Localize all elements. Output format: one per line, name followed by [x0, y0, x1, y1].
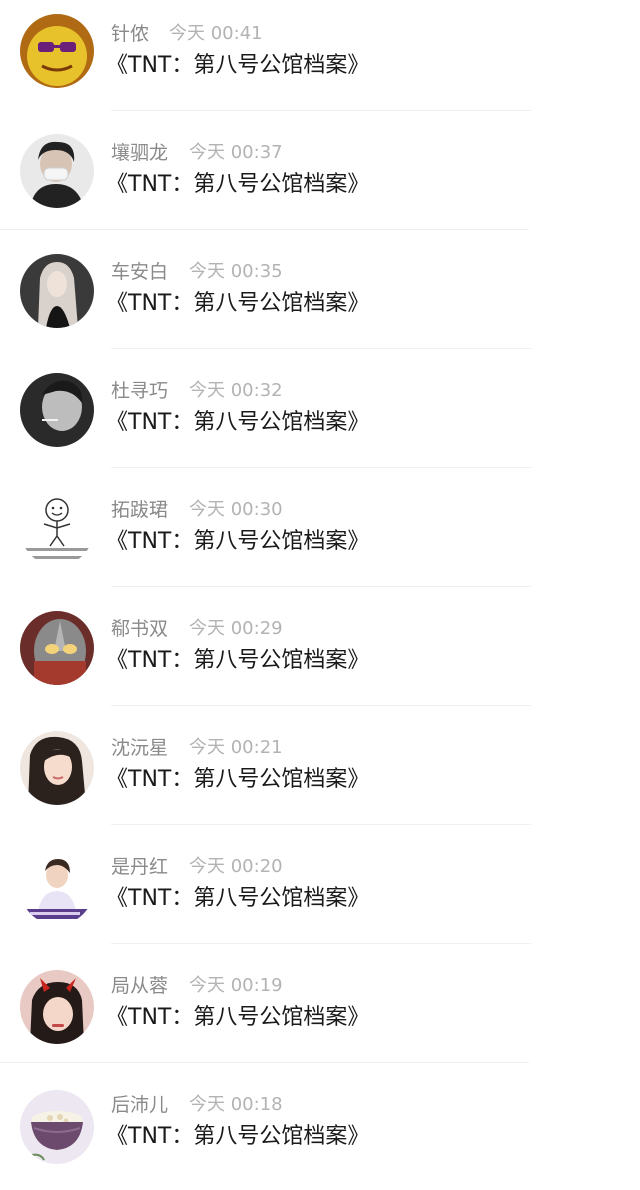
sender-name: 郗书双: [111, 618, 169, 640]
divider: [111, 348, 531, 349]
message-text: 《TNT：第八号公馆档案》: [106, 410, 370, 435]
message-text: 《TNT：第八号公馆档案》: [106, 1124, 370, 1149]
message-text: 《TNT：第八号公馆档案》: [106, 53, 370, 78]
message-list: 针侬 今天 00:41 《TNT：第八号公馆档案》 壤驷龙 今天 00:37 《…: [0, 0, 640, 1166]
message-time: 今天 00:20: [189, 856, 283, 877]
avatar[interactable]: [20, 134, 94, 208]
avatar[interactable]: [20, 731, 94, 805]
divider: [0, 229, 529, 230]
divider: [0, 1062, 529, 1063]
message-time: 今天 00:18: [189, 1094, 283, 1115]
list-item[interactable]: 杜寻巧 今天 00:32 《TNT：第八号公馆档案》: [0, 357, 640, 476]
avatar[interactable]: [20, 492, 94, 566]
long-hair-girl-avatar-icon: [20, 254, 94, 328]
divider: [111, 824, 531, 825]
list-item[interactable]: 是丹红 今天 00:20 《TNT：第八号公馆档案》: [0, 833, 640, 952]
avatar[interactable]: [20, 611, 94, 685]
avatar[interactable]: [20, 970, 94, 1044]
avatar[interactable]: [20, 14, 94, 88]
message-time: 今天 00:41: [169, 23, 263, 44]
smiley-doodle-avatar-icon: [20, 492, 94, 566]
young-man-avatar-icon: [20, 851, 94, 925]
hero-helmet-avatar-icon: [20, 611, 94, 685]
avatar[interactable]: [20, 254, 94, 328]
message-time: 今天 00:37: [189, 142, 283, 163]
masked-person-avatar-icon: [20, 134, 94, 208]
sender-name: 车安白: [111, 261, 169, 283]
bw-portrait-avatar-icon: [20, 373, 94, 447]
list-item[interactable]: 沈沅星 今天 00:21 《TNT：第八号公馆档案》: [0, 714, 640, 833]
list-item[interactable]: 局从蓉 今天 00:19 《TNT：第八号公馆档案》: [0, 952, 640, 1071]
message-text: 《TNT：第八号公馆档案》: [106, 767, 370, 792]
sender-name: 后沛儿: [111, 1094, 169, 1116]
sender-name: 拓跋珺: [111, 499, 169, 521]
message-time: 今天 00:21: [189, 737, 283, 758]
message-time: 今天 00:32: [189, 380, 283, 401]
message-text: 《TNT：第八号公馆档案》: [106, 648, 370, 673]
list-item[interactable]: 车安白 今天 00:35 《TNT：第八号公馆档案》: [0, 238, 640, 357]
divider: [111, 586, 531, 587]
avatar[interactable]: [20, 373, 94, 447]
message-text: 《TNT：第八号公馆档案》: [106, 172, 370, 197]
list-item[interactable]: 郗书双 今天 00:29 《TNT：第八号公馆档案》: [0, 595, 640, 714]
list-item[interactable]: 后沛儿 今天 00:18 《TNT：第八号公馆档案》: [0, 1071, 640, 1190]
divider: [111, 943, 531, 944]
divider: [111, 705, 531, 706]
devil-horns-avatar-icon: [20, 970, 94, 1044]
divider: [111, 467, 531, 468]
sender-name: 杜寻巧: [111, 380, 169, 402]
sender-name: 局从蓉: [111, 975, 169, 997]
sender-name: 壤驷龙: [111, 142, 169, 164]
list-item[interactable]: 壤驷龙 今天 00:37 《TNT：第八号公馆档案》: [0, 119, 640, 238]
woman-portrait-avatar-icon: [20, 731, 94, 805]
sender-name: 针侬: [111, 23, 150, 45]
message-text: 《TNT：第八号公馆档案》: [106, 529, 370, 554]
message-text: 《TNT：第八号公馆档案》: [106, 1005, 370, 1030]
message-time: 今天 00:29: [189, 618, 283, 639]
divider: [111, 110, 531, 111]
rice-bowl-avatar-icon: [20, 1090, 94, 1164]
sender-name: 沈沅星: [111, 737, 169, 759]
avatar[interactable]: [20, 1090, 94, 1164]
avatar[interactable]: [20, 851, 94, 925]
yellow-cartoon-avatar-icon: [20, 14, 94, 88]
message-time: 今天 00:35: [189, 261, 283, 282]
sender-name: 是丹红: [111, 856, 169, 878]
list-item[interactable]: 针侬 今天 00:41 《TNT：第八号公馆档案》: [0, 0, 640, 119]
message-time: 今天 00:19: [189, 975, 283, 996]
message-text: 《TNT：第八号公馆档案》: [106, 291, 370, 316]
message-time: 今天 00:30: [189, 499, 283, 520]
message-text: 《TNT：第八号公馆档案》: [106, 886, 370, 911]
list-item[interactable]: 拓跋珺 今天 00:30 《TNT：第八号公馆档案》: [0, 476, 640, 595]
